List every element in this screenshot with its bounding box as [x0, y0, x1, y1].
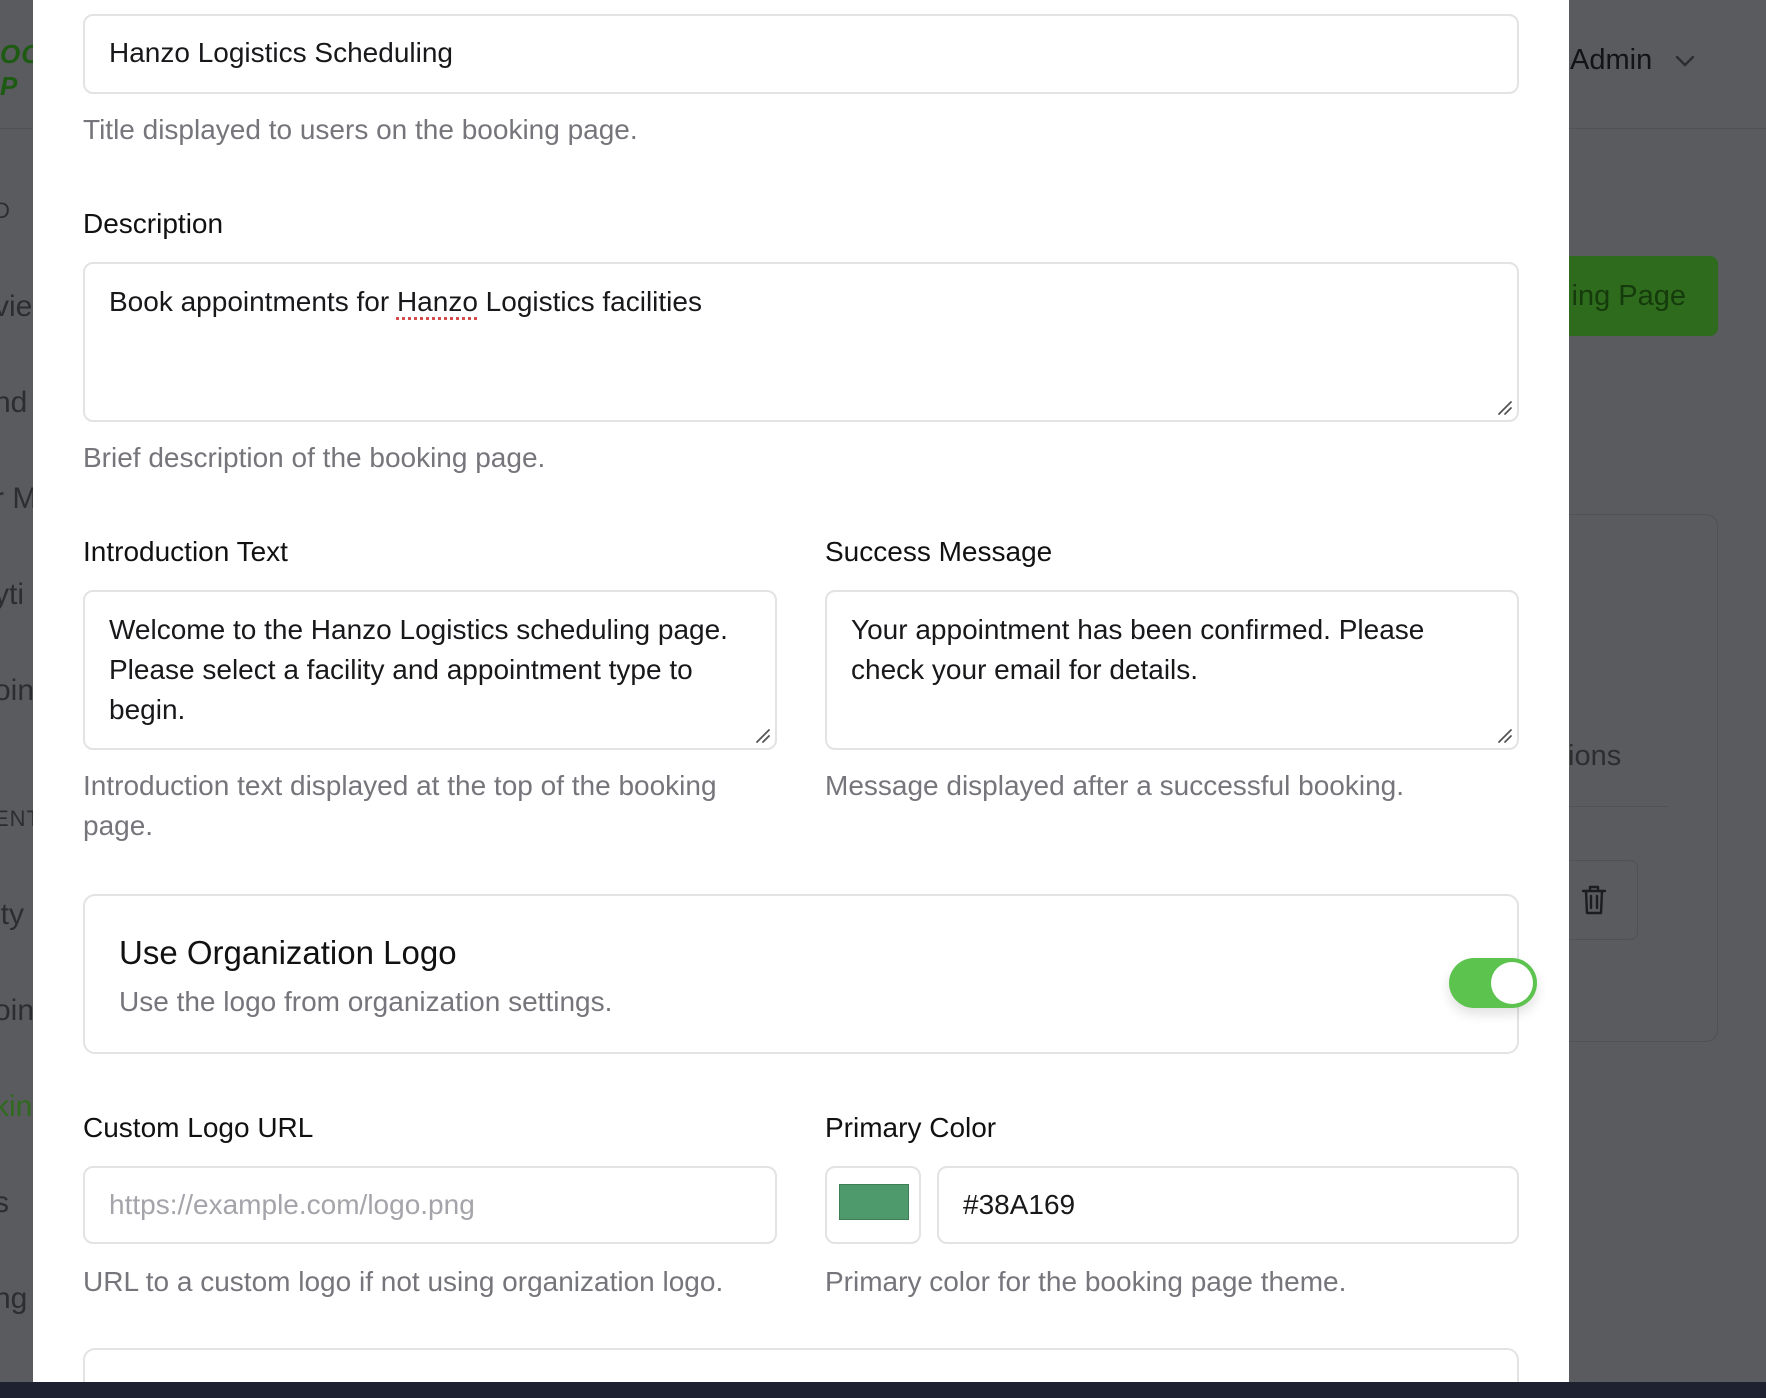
success-message-label: Success Message [825, 536, 1053, 567]
success-message-text: Your appointment has been confirmed. Ple… [851, 614, 1425, 685]
sidebar-item[interactable]: ng [0, 1282, 27, 1316]
description-text-end: Logistics facilities [477, 286, 702, 317]
sidebar-item[interactable]: nd [0, 386, 27, 420]
resize-handle-icon[interactable] [1495, 726, 1513, 744]
toggle-knob [1491, 962, 1533, 1004]
user-menu-label[interactable]: Admin [1570, 44, 1652, 77]
primary-color-help-text: Primary color for the booking page theme… [825, 1266, 1347, 1297]
use-organization-logo-card: Use Organization Logo Use the logo from … [83, 894, 1537, 1054]
next-section-card [83, 1348, 1519, 1382]
sidebar-item-active[interactable]: kin [0, 1090, 32, 1124]
introduction-label: Introduction Text [83, 536, 288, 567]
sidebar-item[interactable]: oin [0, 674, 34, 708]
success-message-help-text: Message displayed after a successful boo… [825, 770, 1404, 801]
primary-color-input[interactable]: #38A169 [937, 1166, 1519, 1244]
success-message-textarea[interactable]: Your appointment has been confirmed. Ple… [825, 590, 1519, 750]
title-input[interactable]: Hanzo Logistics Scheduling [83, 14, 1519, 94]
introduction-help-text: Introduction text displayed at the top o… [83, 770, 717, 841]
description-text-start: Book appointments for [109, 286, 397, 317]
primary-color-picker[interactable] [825, 1166, 921, 1244]
introduction-text: Welcome to the Hanzo Logistics schedulin… [109, 614, 728, 725]
description-textarea[interactable]: Book appointments for Hanzo Logistics fa… [83, 262, 1519, 422]
use-organization-logo-description: Use the logo from organization settings. [119, 986, 613, 1017]
description-label: Description [83, 208, 224, 239]
description-help-text: Brief description of the booking page. [83, 442, 546, 473]
use-organization-logo-toggle[interactable] [1449, 958, 1537, 1008]
use-organization-logo-title: Use Organization Logo [119, 934, 457, 971]
sidebar-item[interactable]: vie [0, 290, 32, 324]
custom-logo-url-input[interactable]: https://example.com/logo.png [83, 1166, 777, 1244]
primary-color-label: Primary Color [825, 1112, 997, 1143]
spellcheck-word: Hanzo [396, 286, 478, 317]
custom-logo-url-label: Custom Logo URL [83, 1112, 314, 1143]
introduction-textarea[interactable]: Welcome to the Hanzo Logistics schedulin… [83, 590, 777, 750]
chevron-down-icon[interactable] [1674, 50, 1696, 72]
primary-color-swatch [839, 1184, 909, 1220]
title-help-text: Title displayed to users on the booking … [83, 114, 638, 145]
background-card-tab[interactable]: tions [1560, 740, 1621, 773]
sidebar-item[interactable]: ity [0, 898, 24, 932]
taskbar [0, 1382, 1766, 1398]
resize-handle-icon[interactable] [753, 726, 771, 744]
custom-logo-url-help-text: URL to a custom logo if not using organi… [83, 1266, 724, 1297]
sidebar-item[interactable]: yti [0, 578, 24, 612]
sidebar-item[interactable]: s [0, 1186, 9, 1220]
sidebar-section-heading: D [0, 198, 11, 223]
create-booking-page-label: ing Page [1571, 280, 1687, 312]
sidebar-item[interactable]: oin [0, 994, 34, 1028]
sidebar-item[interactable]: r M [0, 482, 37, 516]
resize-handle-icon[interactable] [1495, 398, 1513, 416]
trash-icon [1581, 885, 1607, 915]
booking-page-settings-dialog: Hanzo Logistics Scheduling Title display… [33, 0, 1569, 1382]
